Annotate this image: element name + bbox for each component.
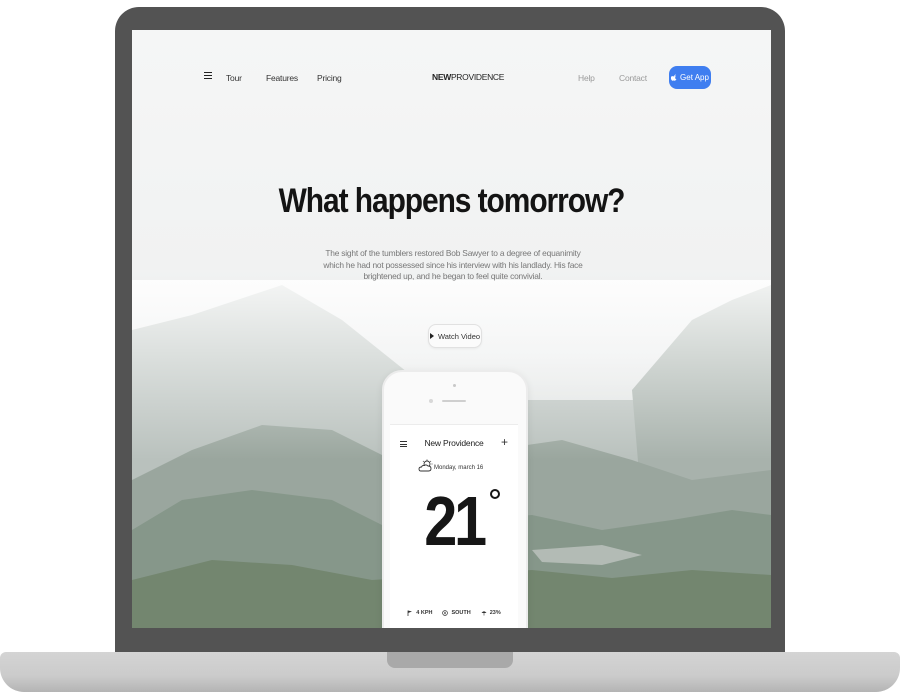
hero-description: The sight of the tumblers restored Bob S… <box>323 248 583 281</box>
phone-city-title: New Providence <box>424 438 484 448</box>
phone-add-icon[interactable]: + <box>501 435 508 449</box>
precipitation-value: 23% <box>489 610 501 616</box>
hamburger-menu-icon[interactable] <box>204 72 212 80</box>
laptop-notch <box>387 652 513 668</box>
nav-link-help[interactable]: Help <box>578 73 595 83</box>
wind-speed-value: 4 KPH <box>416 610 433 616</box>
wind-direction-value: SOUTH <box>451 610 471 616</box>
hero-title: What happens tomorrow? <box>278 182 626 220</box>
wind-speed-stat: 4 KPH <box>407 610 432 616</box>
flag-icon <box>407 610 413 616</box>
brand-rest: PROVIDENCE <box>450 72 505 82</box>
top-nav: Tour Features Pricing NEWPROVIDENCE Help… <box>132 30 771 120</box>
laptop-screen: Tour Features Pricing NEWPROVIDENCE Help… <box>132 30 771 628</box>
phone-camera <box>453 384 456 387</box>
precipitation-stat: 23% <box>481 610 501 616</box>
nav-link-features[interactable]: Features <box>266 73 298 83</box>
degree-symbol-icon <box>490 489 500 499</box>
nav-link-pricing[interactable]: Pricing <box>317 73 342 83</box>
apple-icon <box>671 74 677 81</box>
watch-video-label: Watch Video <box>437 331 481 341</box>
partly-cloudy-icon <box>418 459 433 472</box>
compass-icon <box>442 610 449 616</box>
get-app-label: Get App <box>680 73 709 82</box>
phone-sensor <box>429 399 433 403</box>
phone-screen: New Providence + Monday, march 16 21 4 K… <box>390 424 518 628</box>
nav-link-contact[interactable]: Contact <box>619 73 647 83</box>
phone-date: Monday, march 16 <box>434 465 484 471</box>
get-app-button[interactable]: Get App <box>669 66 711 89</box>
phone-stats: 4 KPH SOUTH 23% <box>390 610 518 616</box>
phone-mockup: New Providence + Monday, march 16 21 4 K… <box>382 370 528 628</box>
umbrella-icon <box>481 611 487 616</box>
brand-logo[interactable]: NEWPROVIDENCE <box>432 72 504 82</box>
brand-bold: NEW <box>432 72 451 82</box>
nav-link-tour[interactable]: Tour <box>226 73 242 83</box>
play-icon <box>429 333 434 339</box>
watch-video-button[interactable]: Watch Video <box>428 324 482 348</box>
phone-speaker <box>442 400 466 402</box>
wind-direction-stat: SOUTH <box>442 610 471 616</box>
